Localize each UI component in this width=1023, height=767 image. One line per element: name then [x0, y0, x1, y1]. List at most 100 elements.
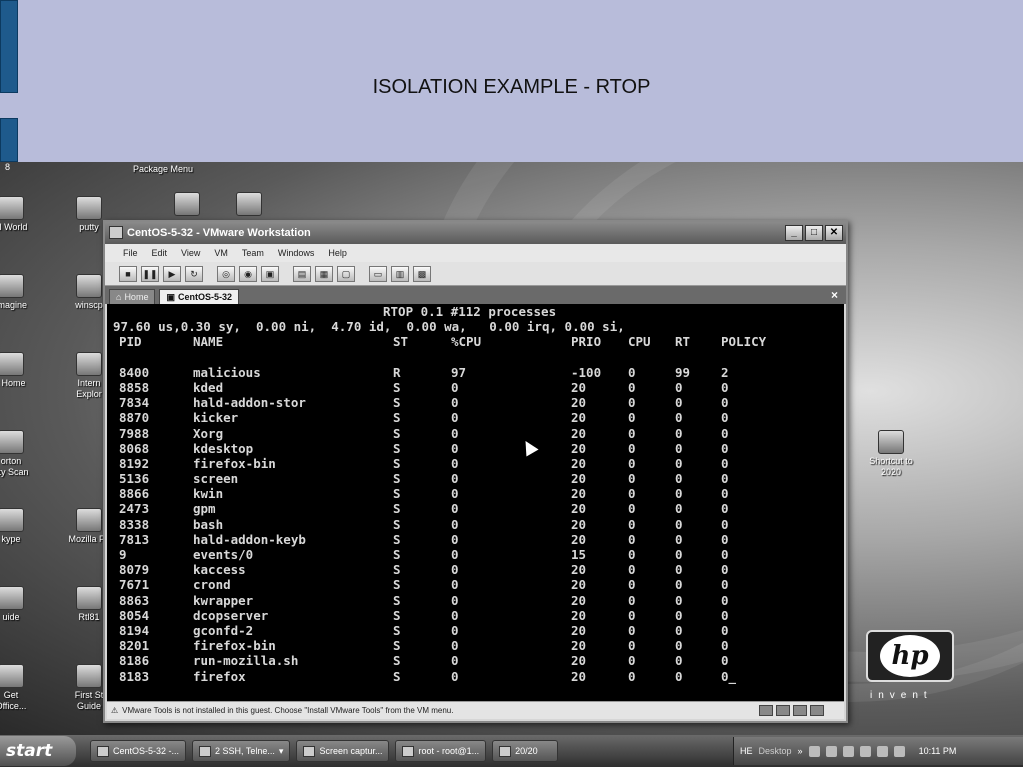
process-cell: S [393, 577, 401, 593]
tray-icon[interactable] [825, 745, 837, 757]
tray-icon[interactable] [876, 745, 888, 757]
package-menu-label: Package Menu [133, 164, 194, 174]
process-cell: 0 [451, 516, 459, 532]
menu-help[interactable]: Help [328, 248, 347, 258]
start-button[interactable]: start [0, 736, 76, 766]
process-row: 8186 run-mozilla.sh S 0 20 0 0 0 [113, 653, 838, 668]
taskbar-item-screen-capture[interactable]: Screen captur... [296, 740, 390, 762]
process-cell: 8201 [119, 638, 150, 654]
desktop-icon-home[interactable]: t Home [0, 352, 46, 389]
process-cell: 0 [721, 577, 729, 593]
vm-console[interactable]: RTOP 0.1 #112 processes 97.60 us,0.30 sy… [107, 304, 844, 701]
process-cell: 0 [675, 547, 683, 562]
desktop-icon-guide[interactable]: uide [0, 586, 46, 623]
process-cell: 2 [721, 364, 729, 380]
menu-file[interactable]: File [123, 248, 138, 258]
tab-home[interactable]: ⌂ Home [109, 289, 156, 304]
process-row: 8870 kicker S 0 20 0 0 0 [113, 410, 838, 425]
desktop-icon-hello-world[interactable]: al World [0, 196, 46, 233]
close-tab-icon[interactable]: × [831, 288, 838, 302]
taskbar-item-20-20[interactable]: 20/20 [492, 740, 559, 762]
menu-windows[interactable]: Windows [278, 248, 315, 258]
desktop-icon-package[interactable] [152, 192, 222, 218]
process-cell: 0 [628, 425, 636, 441]
full-screen-icon[interactable]: ▢ [337, 265, 355, 282]
chevron-icon[interactable]: » [798, 746, 803, 756]
quick-switch-icon[interactable]: ▦ [315, 265, 333, 282]
minimize-button[interactable]: _ [785, 225, 803, 241]
taskbar-item-ssh[interactable]: 2 SSH, Telne... ▾ [192, 740, 291, 762]
process-cell: 0 [721, 516, 729, 532]
menu-view[interactable]: View [181, 248, 200, 258]
process-row: 8068 kdesktop S 0 20 0 0 0 [113, 441, 838, 456]
menu-vm[interactable]: VM [214, 248, 228, 258]
process-cell: 8400 [119, 364, 150, 380]
process-cell: 0 [628, 592, 636, 608]
network-icon[interactable] [776, 705, 790, 716]
snapshot-manager-icon[interactable]: ▣ [261, 265, 279, 282]
snapshot-icon[interactable]: ◎ [217, 265, 235, 282]
process-cell: firefox-bin [193, 455, 276, 471]
desktop-icon-shortcut-2020[interactable]: Shortcut to 2020 [856, 430, 926, 478]
process-cell: 20 [571, 577, 587, 593]
process-cell: S [393, 440, 401, 456]
menu-team[interactable]: Team [242, 248, 264, 258]
tray-icon[interactable] [808, 745, 820, 757]
process-cell: gconfd-2 [193, 622, 254, 638]
process-cell: R [393, 364, 401, 380]
process-row: 7834 hald-addon-stor S 0 20 0 0 0 [113, 395, 838, 410]
process-cell: 0 [451, 562, 459, 578]
tray-icon[interactable] [859, 745, 871, 757]
desktop-toolbar[interactable]: Desktop [759, 746, 792, 756]
hard-disk-icon[interactable] [759, 705, 773, 716]
window-titlebar[interactable]: CentOS-5-32 - VMware Workstation _ □ ✕ [105, 222, 846, 244]
desktop-icon-norton-security-scan[interactable]: orton rity Scan [0, 430, 46, 478]
volume-icon[interactable] [893, 745, 905, 757]
close-button[interactable]: ✕ [825, 225, 843, 241]
menu-edit[interactable]: Edit [152, 248, 168, 258]
process-cell: 0 [675, 440, 683, 456]
toolbar: ■ ❚❚ ▶ ↻ ◎ ◉ ▣ ▤ ▦ ▢ ▭ ▥ ▩ [105, 262, 846, 286]
rtop-title: RTOP 0.1 #112 processes [383, 304, 557, 319]
taskbar-item-centos[interactable]: CentOS-5-32 -... [90, 740, 187, 762]
process-cell: 8079 [119, 562, 150, 578]
process-cell: 0 [675, 410, 683, 426]
view-summary-icon[interactable]: ▥ [391, 265, 409, 282]
process-row: 8858 kded S 0 20 0 0 0 [113, 380, 838, 395]
maximize-button[interactable]: □ [805, 225, 823, 241]
process-cell: 0 [721, 425, 729, 441]
show-sidebar-icon[interactable]: ▤ [293, 265, 311, 282]
tab-centos-5-32[interactable]: ▣ CentOS-5-32 [159, 289, 239, 304]
app-icon [76, 664, 102, 688]
taskbar-item-root-terminal[interactable]: root - root@1... [395, 740, 487, 762]
view-console-icon[interactable]: ▭ [369, 265, 387, 282]
desktop-icon-skype[interactable]: kype [0, 508, 46, 545]
revert-snapshot-icon[interactable]: ◉ [239, 265, 257, 282]
desktop-icon-computer[interactable] [214, 192, 284, 218]
process-cell: 0 [721, 486, 729, 502]
process-cell: 0 [721, 622, 729, 638]
capture-icon [303, 745, 316, 757]
sound-icon[interactable] [810, 705, 824, 716]
process-cell: 0 [675, 668, 683, 684]
process-cell: S [393, 455, 401, 471]
power-on-icon[interactable]: ▶ [163, 265, 181, 282]
desktop-icon-imagine[interactable]: Imagine [0, 274, 46, 311]
view-appliance-icon[interactable]: ▩ [413, 265, 431, 282]
clock[interactable]: 10:11 PM [919, 746, 957, 756]
process-row: 8079 kaccess S 0 20 0 0 0 [113, 562, 838, 577]
column-header-cell: CPU [628, 334, 651, 350]
suspend-icon[interactable]: ❚❚ [141, 265, 159, 282]
process-cell: kded [193, 379, 224, 395]
tray-icon[interactable] [842, 745, 854, 757]
language-indicator[interactable]: HE [740, 746, 753, 756]
reset-icon[interactable]: ↻ [185, 265, 203, 282]
desktop-icon-get-office[interactable]: Get Office... [0, 664, 46, 712]
process-cell: 0 [628, 531, 636, 547]
process-cell: firefox [193, 668, 246, 684]
process-cell: 0 [675, 638, 683, 654]
process-cell: 0 [628, 622, 636, 638]
process-cell: 0 [451, 531, 459, 547]
power-off-icon[interactable]: ■ [119, 265, 137, 282]
usb-icon[interactable] [793, 705, 807, 716]
